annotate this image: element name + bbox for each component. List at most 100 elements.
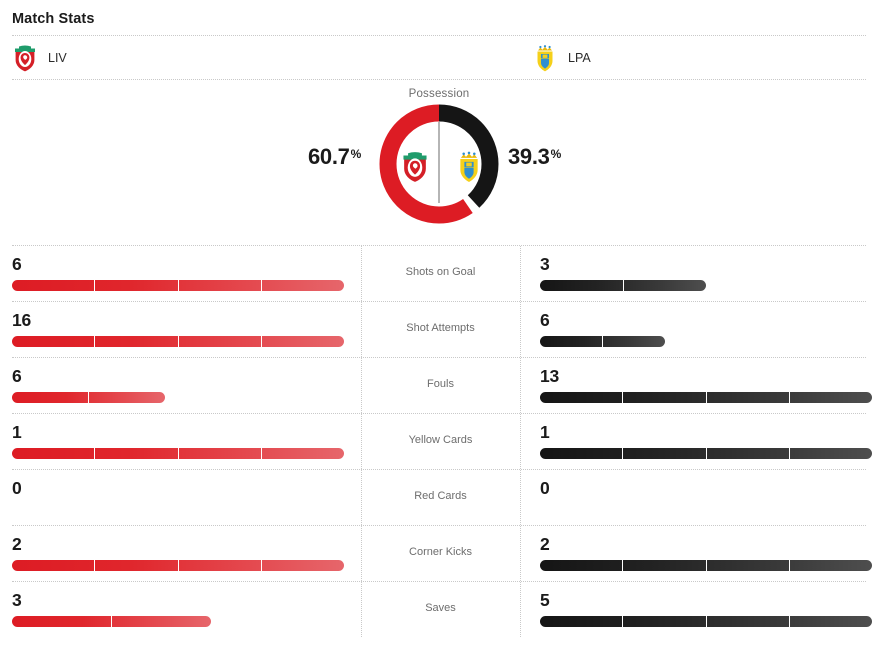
possession-label: Possession (408, 88, 470, 100)
away-team-block: LPA (532, 44, 591, 72)
home-stat-bar (12, 616, 212, 627)
away-stat-bar (540, 560, 872, 571)
bar-segment-lines (12, 336, 344, 347)
bar-segment-lines (12, 560, 344, 571)
stat-row: 2 Corner Kicks 2 (12, 525, 872, 581)
home-stat-bar (12, 448, 344, 459)
stat-row: 3 Saves 5 (12, 581, 872, 637)
away-stat-bar (540, 448, 872, 459)
bar-segment (12, 392, 90, 403)
bar-segment (624, 280, 707, 291)
bar-segment (179, 560, 262, 571)
home-stat-value: 2 (12, 534, 22, 554)
bar-segment (12, 280, 96, 291)
bar-segment (12, 560, 96, 571)
stat-divider-right (520, 358, 521, 413)
bar-segment (95, 336, 179, 347)
home-possession-value: 60.7 (308, 144, 350, 169)
bar-segment (262, 336, 344, 347)
bar-segment (707, 392, 790, 403)
possession-donut-wrap: 60.7% 39.3% (0, 100, 878, 230)
home-stat-value: 6 (12, 366, 22, 386)
bar-segment (603, 336, 665, 347)
bar-segment-lines (12, 392, 165, 403)
bar-segment (707, 616, 790, 627)
away-stat-value: 13 (540, 366, 560, 386)
stat-row: 0 Red Cards 0 (12, 469, 866, 525)
stat-row: 6 Fouls 13 (12, 357, 872, 413)
bar-segment (707, 448, 790, 459)
bar-segment (707, 560, 790, 571)
bar-segment (623, 560, 707, 571)
bar-segment (790, 448, 872, 459)
bar-segment (540, 336, 603, 347)
bar-segment (95, 448, 179, 459)
stat-row: 6 Shots on Goal 3 (12, 245, 866, 301)
bar-segment (790, 616, 872, 627)
bar-segment (540, 616, 624, 627)
bar-segment (623, 392, 707, 403)
away-stat-value: 5 (540, 590, 550, 610)
home-stat-value: 1 (12, 422, 22, 442)
page-title: Match Stats (12, 11, 95, 27)
liverpool-crest-icon-small (400, 150, 430, 183)
bar-segment (623, 616, 707, 627)
bar-segment-lines (540, 560, 872, 571)
bar-segment-lines (540, 280, 706, 291)
away-percent-sign: % (550, 147, 562, 161)
bar-segment-lines (12, 280, 344, 291)
bar-segment (179, 448, 262, 459)
away-stat-value: 2 (540, 534, 550, 554)
stat-label: Saves (425, 602, 456, 614)
home-stat-value: 6 (12, 254, 22, 274)
match-stats-panel: Match Stats LIV LPA Possession 60.7% 39.… (0, 0, 878, 637)
bar-segment (540, 392, 624, 403)
stat-label: Yellow Cards (408, 434, 473, 446)
stat-divider-right (520, 526, 521, 581)
bar-segment (89, 392, 165, 403)
stat-label: Corner Kicks (409, 546, 472, 558)
stat-divider-right (520, 302, 521, 357)
bar-segment-lines (540, 336, 665, 347)
bar-segment (262, 448, 344, 459)
home-stat-bar (12, 280, 344, 291)
stat-divider-right (520, 414, 521, 469)
home-stat-value: 3 (12, 590, 22, 610)
stat-divider-right (520, 582, 521, 637)
bar-segment (95, 280, 179, 291)
bar-segment (12, 616, 113, 627)
bar-segment (262, 280, 344, 291)
bar-segment (112, 616, 211, 627)
possession-crests (400, 150, 479, 183)
away-stat-bar (540, 616, 872, 627)
bar-segment-lines (540, 616, 872, 627)
liverpool-crest-icon (12, 44, 38, 72)
las-palmas-crest-icon-small (454, 150, 484, 183)
away-stat-bar (540, 392, 872, 403)
stat-label: Shots on Goal (405, 266, 476, 278)
stats-list: 6 Shots on Goal 3 16 Shot Attempts 6 6 Fouls 13 1… (0, 245, 878, 637)
bar-segment (179, 336, 262, 347)
bar-segment (540, 560, 624, 571)
bar-segment (262, 560, 344, 571)
away-stat-bar (540, 336, 665, 347)
bar-segment (623, 448, 707, 459)
away-stat-value: 6 (540, 310, 550, 330)
stat-label: Red Cards (414, 490, 467, 502)
stat-label: Shot Attempts (406, 322, 475, 334)
away-possession-value: 39.3 (508, 144, 550, 169)
away-stat-value: 3 (540, 254, 550, 274)
stat-label: Fouls (427, 378, 454, 390)
stat-row: 16 Shot Attempts 6 (12, 301, 866, 357)
bar-segment (790, 392, 872, 403)
home-stat-value: 16 (12, 310, 32, 330)
stat-divider-right (520, 246, 521, 301)
bar-segment (540, 280, 624, 291)
home-stat-bar (12, 560, 344, 571)
bar-segment (540, 448, 624, 459)
bar-segment (12, 336, 96, 347)
bar-segment (179, 280, 262, 291)
away-team-abbr: LPA (568, 50, 591, 65)
bar-segment-lines (12, 616, 211, 627)
bar-segment-lines (12, 448, 344, 459)
